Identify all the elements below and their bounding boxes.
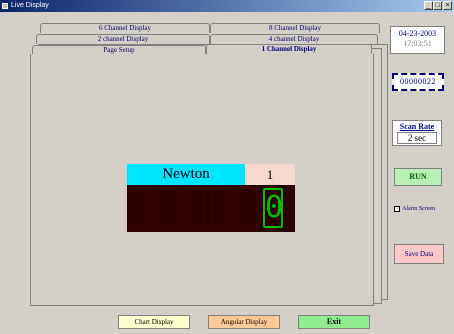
minimize-button[interactable]: _ (424, 1, 433, 10)
alarm-checkbox[interactable] (394, 206, 400, 212)
tab-8-channel[interactable]: 8 Channel Display (210, 23, 380, 33)
channel-number: 1 (245, 164, 295, 185)
digit-6-active: 0 (263, 188, 283, 228)
alarm-label: Alarm Screen (402, 206, 436, 212)
date-text: 04-23-2003 (398, 29, 437, 38)
digit-5 (237, 188, 257, 228)
unit-label: Newton (127, 164, 245, 185)
digit-3 (185, 188, 205, 228)
maximize-button[interactable]: □ (433, 1, 442, 10)
alarm-screen-option[interactable]: Alarm Screen (394, 205, 450, 215)
chart-display-button[interactable]: Chart Display (118, 315, 190, 329)
tab-4-channel[interactable]: 4 channel Display (210, 34, 378, 44)
scan-rate-label: Scan Rate (399, 122, 435, 131)
app-window: Live Display _ □ × 6 Channel Display 8 C… (0, 0, 454, 334)
scan-rate-value[interactable]: 2 sec (397, 132, 437, 144)
app-icon (2, 3, 8, 9)
tab-6-channel[interactable]: 6 Channel Display (40, 23, 210, 33)
window-title: Live Display (11, 2, 49, 9)
display-panel: Newton 1 0 (30, 54, 374, 306)
title-bar: Live Display _ □ × (0, 0, 454, 12)
digit-4 (211, 188, 231, 228)
run-button[interactable]: RUN (394, 168, 442, 186)
tab-2-channel[interactable]: 2 channel Display (36, 34, 210, 44)
digit-2 (159, 188, 179, 228)
seven-segment-readout: 0 (127, 185, 295, 232)
date-time-box: 04-23-2003 17:03:51 (390, 26, 445, 54)
time-text: 17:03:51 (403, 39, 432, 48)
digit-1 (133, 188, 153, 228)
angular-display-button[interactable]: Angular Display (208, 315, 280, 329)
counter-value: 00000022 (400, 77, 436, 86)
exit-button[interactable]: Exit (298, 315, 370, 329)
client-area: 6 Channel Display 8 Channel Display 2 ch… (2, 12, 452, 332)
scan-rate-box: Scan Rate 2 sec (392, 120, 442, 146)
save-data-button[interactable]: Save Data (394, 244, 444, 264)
counter-box: 00000022 (392, 73, 444, 91)
close-button[interactable]: × (443, 1, 452, 10)
